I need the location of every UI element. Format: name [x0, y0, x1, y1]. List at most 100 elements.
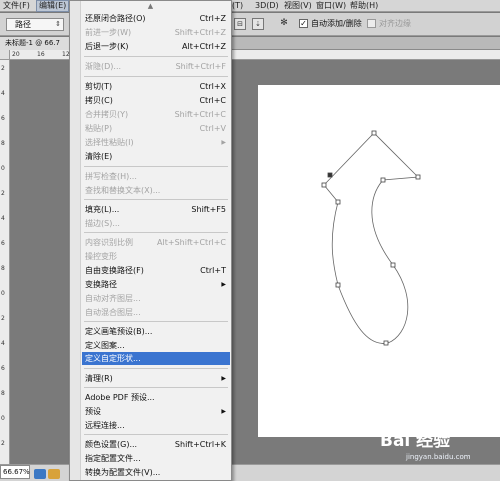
ruler-vertical: 2 4 6 8 0 2 4 6 8 0 2 4 6 8 0 2 — [0, 60, 10, 464]
menu-item-step-forward[interactable]: 前进一步(W) Shift+Ctrl+Z — [82, 26, 230, 39]
menu-item-assign-profile[interactable]: 指定配置文件... — [82, 452, 230, 465]
scroll-up-icon[interactable]: ▲ — [70, 2, 231, 10]
align-edges-label: 对齐边缘 — [379, 19, 411, 28]
ruler-label: 4 — [1, 340, 5, 347]
document-tab[interactable]: 未标题-1 @ 66.7 — [0, 37, 72, 50]
chevron-down-icon: ⇕ — [55, 20, 61, 28]
path-mode-value: 路径 — [15, 20, 31, 29]
menu-item-fill[interactable]: 填充(L)... Shift+F5 — [82, 203, 230, 216]
ruler-label: 8 — [1, 140, 5, 147]
menu-help[interactable]: 帮助(H) — [350, 0, 378, 12]
menu-item-copy[interactable]: 拷贝(C) Ctrl+C — [82, 94, 230, 107]
menu-item-convert-profile[interactable]: 转换为配置文件(V)... — [82, 466, 230, 479]
menu-file[interactable]: 文件(F) — [3, 0, 30, 12]
menu-item-paste[interactable]: 粘贴(P) Ctrl+V — [82, 122, 230, 135]
ruler-label: 6 — [1, 240, 5, 247]
baidu-watermark: Bai 经验 jingyan.baidu.com — [380, 426, 500, 470]
menu-item-find-replace[interactable]: 查找和替换文本(X)... — [82, 184, 230, 197]
ruler-label: 2 — [1, 440, 5, 447]
ruler-corner — [0, 50, 10, 60]
anchor-point[interactable] — [327, 172, 333, 178]
menu-separator — [84, 434, 228, 435]
anchor-point[interactable] — [335, 282, 341, 288]
menu-separator — [84, 387, 228, 388]
ruler-label: 0 — [1, 415, 5, 422]
menu-item-remote-connections[interactable]: 远程连接... — [82, 419, 230, 432]
menu-item-step-backward[interactable]: 后退一步(K) Alt+Ctrl+Z — [82, 40, 230, 53]
menu-item-color-settings[interactable]: 颜色设置(G)... Shift+Ctrl+K — [82, 438, 230, 451]
menu-item-free-transform-path[interactable]: 自由变换路径(F) Ctrl+T — [82, 264, 230, 277]
menu-item-purge[interactable]: 清理(R) ▶ — [82, 372, 230, 385]
ruler-label: 0 — [1, 165, 5, 172]
document-canvas[interactable] — [258, 85, 500, 437]
menu-item-cut[interactable]: 剪切(T) Ctrl+X — [82, 80, 230, 93]
menu-item-spell-check[interactable]: 拼写检查(H)... — [82, 170, 230, 183]
align-edges-checkbox[interactable] — [367, 19, 376, 28]
gear-icon[interactable]: ✻ — [278, 18, 290, 30]
anchor-point[interactable] — [321, 182, 327, 188]
menu-separator — [84, 321, 228, 322]
shape-outline — [323, 132, 419, 344]
anchor-point[interactable] — [415, 174, 421, 180]
ruler-label: 6 — [1, 115, 5, 122]
submenu-arrow-icon: ▶ — [221, 375, 226, 382]
menu-icon-gutter — [70, 1, 81, 480]
submenu-arrow-icon: ▶ — [221, 408, 226, 415]
auto-add-delete-label: 自动添加/删除 — [311, 19, 362, 28]
ruler-label: 16 — [37, 51, 45, 58]
zoom-level[interactable]: 66.67% — [0, 465, 30, 479]
ruler-label: 0 — [1, 290, 5, 297]
menu-item-adobe-pdf-presets[interactable]: Adobe PDF 预设... — [82, 391, 230, 404]
menu-item-auto-align-layers[interactable]: 自动对齐图层... — [82, 292, 230, 305]
taskbar-app-icon[interactable] — [34, 469, 46, 479]
menu-item-copy-merged[interactable]: 合并拷贝(Y) Shift+Ctrl+C — [82, 108, 230, 121]
watermark-url: jingyan.baidu.com — [406, 453, 471, 461]
menu-separator — [84, 166, 228, 167]
menu-separator — [84, 368, 228, 369]
menu-item-auto-blend-layers[interactable]: 自动混合图层... — [82, 306, 230, 319]
ruler-label: 2 — [1, 190, 5, 197]
anchor-point[interactable] — [380, 177, 386, 183]
ruler-label: 2 — [1, 315, 5, 322]
anchor-point[interactable] — [335, 199, 341, 205]
taskbar-app-icon[interactable] — [48, 469, 60, 479]
menu-item-define-custom-shape[interactable]: 定义自定形状... — [82, 352, 230, 365]
ruler-label: 6 — [1, 365, 5, 372]
edit-menu: ▲ 还原闭合路径(O) Ctrl+Z 前进一步(W) Shift+Ctrl+Z 后退… — [69, 0, 232, 481]
menu-item-undo[interactable]: 还原闭合路径(O) Ctrl+Z — [82, 12, 230, 25]
menu-item-transform-path[interactable]: 变换路径 ▶ — [82, 278, 230, 291]
menu-3d[interactable]: 3D(D) — [255, 0, 279, 12]
menu-item-clear[interactable]: 清除(E) — [82, 150, 230, 163]
ruler-label: 4 — [1, 90, 5, 97]
menu-separator — [84, 56, 228, 57]
menu-separator — [84, 232, 228, 233]
menu-item-puppet-warp[interactable]: 操控变形 — [82, 250, 230, 263]
menu-item-define-pattern[interactable]: 定义图案... — [82, 339, 230, 352]
auto-add-delete-checkbox[interactable]: ✓ — [299, 19, 308, 28]
menu-separator — [84, 76, 228, 77]
anchor-point[interactable] — [390, 262, 396, 268]
menu-item-content-aware-scale[interactable]: 内容识别比例 Alt+Shift+Ctrl+C — [82, 236, 230, 249]
path-shape[interactable] — [258, 85, 500, 437]
menu-edit[interactable]: 编辑(E) — [36, 0, 70, 12]
submenu-arrow-icon: ▶ — [221, 139, 226, 146]
path-arrange-icon[interactable]: ⇣ — [252, 18, 264, 30]
menu-item-paste-special[interactable]: 选择性粘贴(I) ▶ — [82, 136, 230, 149]
anchor-point[interactable] — [371, 130, 377, 136]
anchor-point[interactable] — [383, 340, 389, 346]
path-ops-icon[interactable]: ⊟ — [234, 18, 246, 30]
menu-text-t[interactable]: (T) — [232, 0, 243, 12]
menu-window[interactable]: 窗口(W) — [316, 0, 346, 12]
menu-item-presets[interactable]: 预设 ▶ — [82, 405, 230, 418]
ruler-label: 2 — [1, 65, 5, 72]
menu-view[interactable]: 视图(V) — [284, 0, 312, 12]
ruler-label: 8 — [1, 265, 5, 272]
anchor-points[interactable] — [321, 130, 421, 346]
submenu-arrow-icon: ▶ — [221, 281, 226, 288]
path-mode-select[interactable]: 路径 ⇕ — [6, 18, 64, 31]
menu-item-stroke[interactable]: 描边(S)... — [82, 217, 230, 230]
menu-item-fade[interactable]: 渐隐(D)... Shift+Ctrl+F — [82, 60, 230, 73]
menu-item-define-brush[interactable]: 定义画笔预设(B)... — [82, 325, 230, 338]
menu-separator — [84, 199, 228, 200]
ruler-label: 20 — [12, 51, 20, 58]
